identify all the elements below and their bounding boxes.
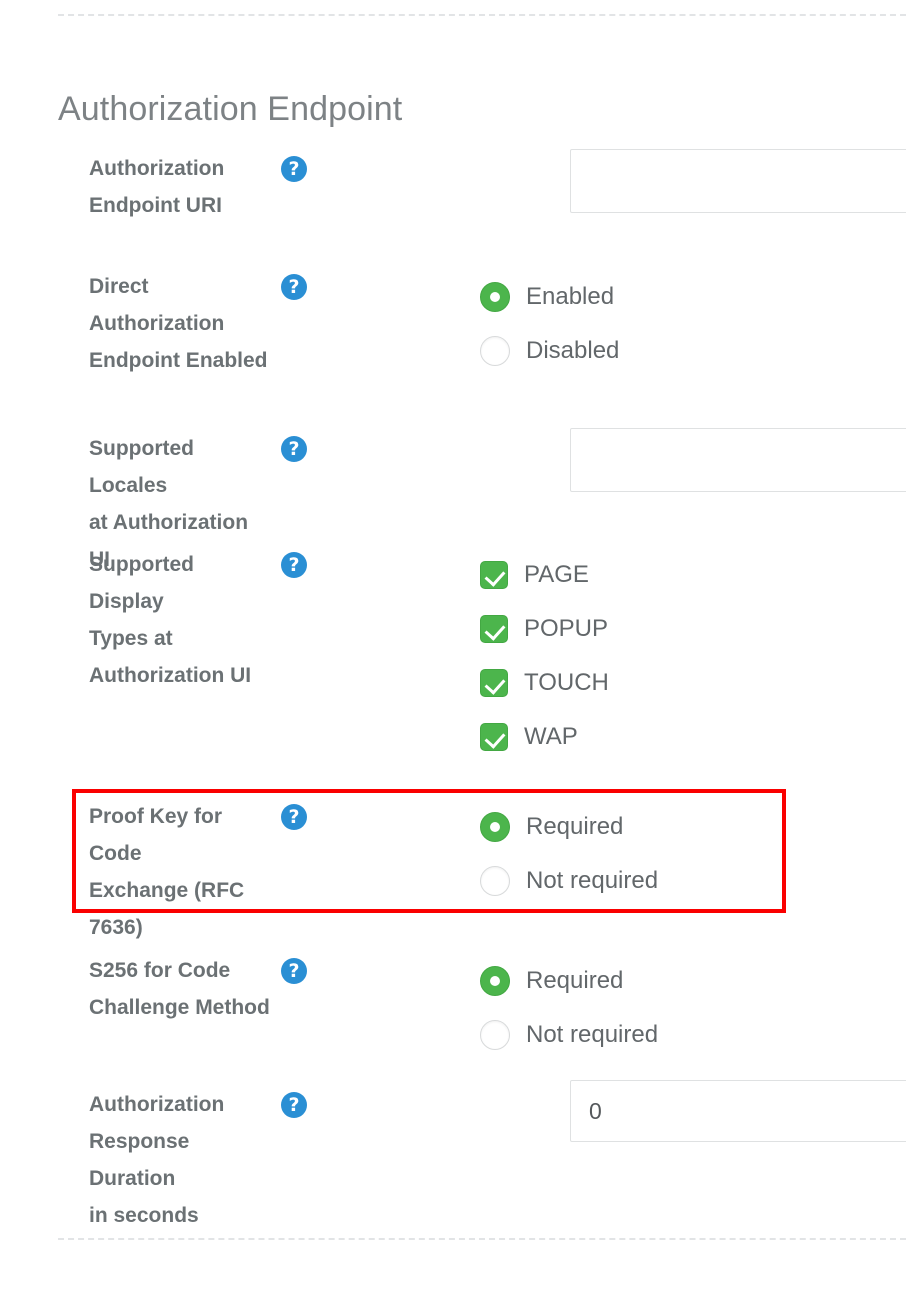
radio-option-label: Required [526, 967, 624, 994]
label-line: Proof Key for Code [89, 805, 223, 865]
field-label-authorization-response-duration: Authorization Response Duration in secon… [0, 1086, 280, 1234]
question-mark-help-icon[interactable]: ? [281, 436, 307, 462]
radio-option-label: Not required [526, 867, 659, 894]
checkbox-indicator-checked[interactable] [480, 723, 508, 751]
radio-indicator-selected[interactable] [480, 966, 510, 996]
authorization-endpoint-uri-input[interactable] [570, 149, 906, 213]
help-cell: ? [280, 952, 480, 984]
radio-indicator-selected[interactable] [480, 812, 510, 842]
field-row-direct-authorization-endpoint-enabled: Direct Authorization Endpoint Enabled ? … [0, 268, 906, 379]
label-line: Authorization [89, 1093, 225, 1116]
field-row-supported-display-types: Supported Display Types at Authorization… [0, 546, 906, 764]
authorization-response-duration-input[interactable] [570, 1080, 906, 1142]
field-label-s256-for-code-challenge-method: S256 for Code Challenge Method [0, 952, 280, 1026]
help-cell: ? [280, 430, 480, 462]
label-line: in seconds [89, 1204, 199, 1227]
checkbox-indicator-checked[interactable] [480, 561, 508, 589]
field-row-proof-key-for-code-exchange: Proof Key for Code Exchange (RFC 7636) ?… [0, 798, 906, 946]
question-mark-help-icon[interactable]: ? [281, 958, 307, 984]
checkbox-option-label: WAP [524, 723, 578, 750]
label-line: Direct [89, 275, 149, 298]
radio-indicator-unselected[interactable] [480, 336, 510, 366]
radio-option-disabled[interactable]: Disabled [480, 324, 906, 378]
label-line: Authorization [89, 312, 225, 335]
radio-option-not-required[interactable]: Not required [480, 854, 906, 908]
radio-option-required[interactable]: Required [480, 954, 906, 1008]
checkbox-option-label: POPUP [524, 615, 609, 642]
label-line: Authorization UI [89, 664, 252, 687]
field-label-supported-display-types: Supported Display Types at Authorization… [0, 546, 280, 694]
supported-locales-input[interactable] [570, 428, 906, 492]
radio-indicator-unselected[interactable] [480, 1020, 510, 1050]
checkbox-option-touch[interactable]: TOUCH [480, 656, 906, 710]
radio-option-required[interactable]: Required [480, 800, 906, 854]
section-divider-top [58, 14, 906, 16]
radio-option-label: Disabled [526, 337, 620, 364]
radio-indicator-selected[interactable] [480, 282, 510, 312]
question-mark-help-icon[interactable]: ? [281, 804, 307, 830]
question-mark-help-icon[interactable]: ? [281, 274, 307, 300]
help-cell: ? [280, 150, 480, 182]
label-line: Supported Display [89, 553, 194, 613]
radio-option-not-required[interactable]: Not required [480, 1008, 906, 1062]
question-mark-help-icon[interactable]: ? [281, 1092, 307, 1118]
radio-indicator-unselected[interactable] [480, 866, 510, 896]
checkbox-option-popup[interactable]: POPUP [480, 602, 906, 656]
radio-option-label: Not required [526, 1021, 659, 1048]
radio-group-direct-authorization-endpoint-enabled: Enabled Disabled [480, 268, 906, 378]
page-title-authorization-endpoint: Authorization Endpoint [58, 90, 403, 129]
checkbox-option-label: PAGE [524, 561, 589, 588]
label-line: S256 for Code [89, 959, 231, 982]
section-divider-bottom [58, 1238, 906, 1240]
question-mark-help-icon[interactable]: ? [281, 156, 307, 182]
field-row-s256-for-code-challenge-method: S256 for Code Challenge Method ? Require… [0, 952, 906, 1062]
label-line: Authorization [89, 157, 225, 180]
field-label-authorization-endpoint-uri: Authorization Endpoint URI [0, 150, 280, 224]
radio-option-label: Required [526, 813, 624, 840]
checkbox-indicator-checked[interactable] [480, 669, 508, 697]
label-line: Response Duration [89, 1130, 190, 1190]
label-line: Exchange (RFC [89, 879, 245, 902]
radio-option-label: Enabled [526, 283, 615, 310]
checkbox-option-label: TOUCH [524, 669, 609, 696]
radio-option-enabled[interactable]: Enabled [480, 270, 906, 324]
checkbox-indicator-checked[interactable] [480, 615, 508, 643]
help-cell: ? [280, 546, 480, 578]
help-cell: ? [280, 1086, 480, 1118]
label-line: Endpoint Enabled [89, 349, 268, 372]
label-line: Supported Locales [89, 437, 194, 497]
help-cell: ? [280, 268, 480, 300]
help-cell: ? [280, 798, 480, 830]
label-line: Endpoint URI [89, 194, 222, 217]
checkbox-option-wap[interactable]: WAP [480, 710, 906, 764]
settings-form-page: Authorization Endpoint Authorization End… [0, 0, 906, 1314]
radio-group-proof-key-for-code-exchange: Required Not required [480, 798, 906, 908]
label-line: Challenge Method [89, 996, 270, 1019]
question-mark-help-icon[interactable]: ? [281, 552, 307, 578]
checkbox-group-supported-display-types: PAGE POPUP TOUCH WAP [480, 546, 906, 764]
field-label-proof-key-for-code-exchange: Proof Key for Code Exchange (RFC 7636) [0, 798, 280, 946]
checkbox-option-page[interactable]: PAGE [480, 548, 906, 602]
radio-group-s256-for-code-challenge-method: Required Not required [480, 952, 906, 1062]
label-line: Types at [89, 627, 173, 650]
label-line: 7636) [89, 916, 143, 939]
field-label-direct-authorization-endpoint-enabled: Direct Authorization Endpoint Enabled [0, 268, 280, 379]
